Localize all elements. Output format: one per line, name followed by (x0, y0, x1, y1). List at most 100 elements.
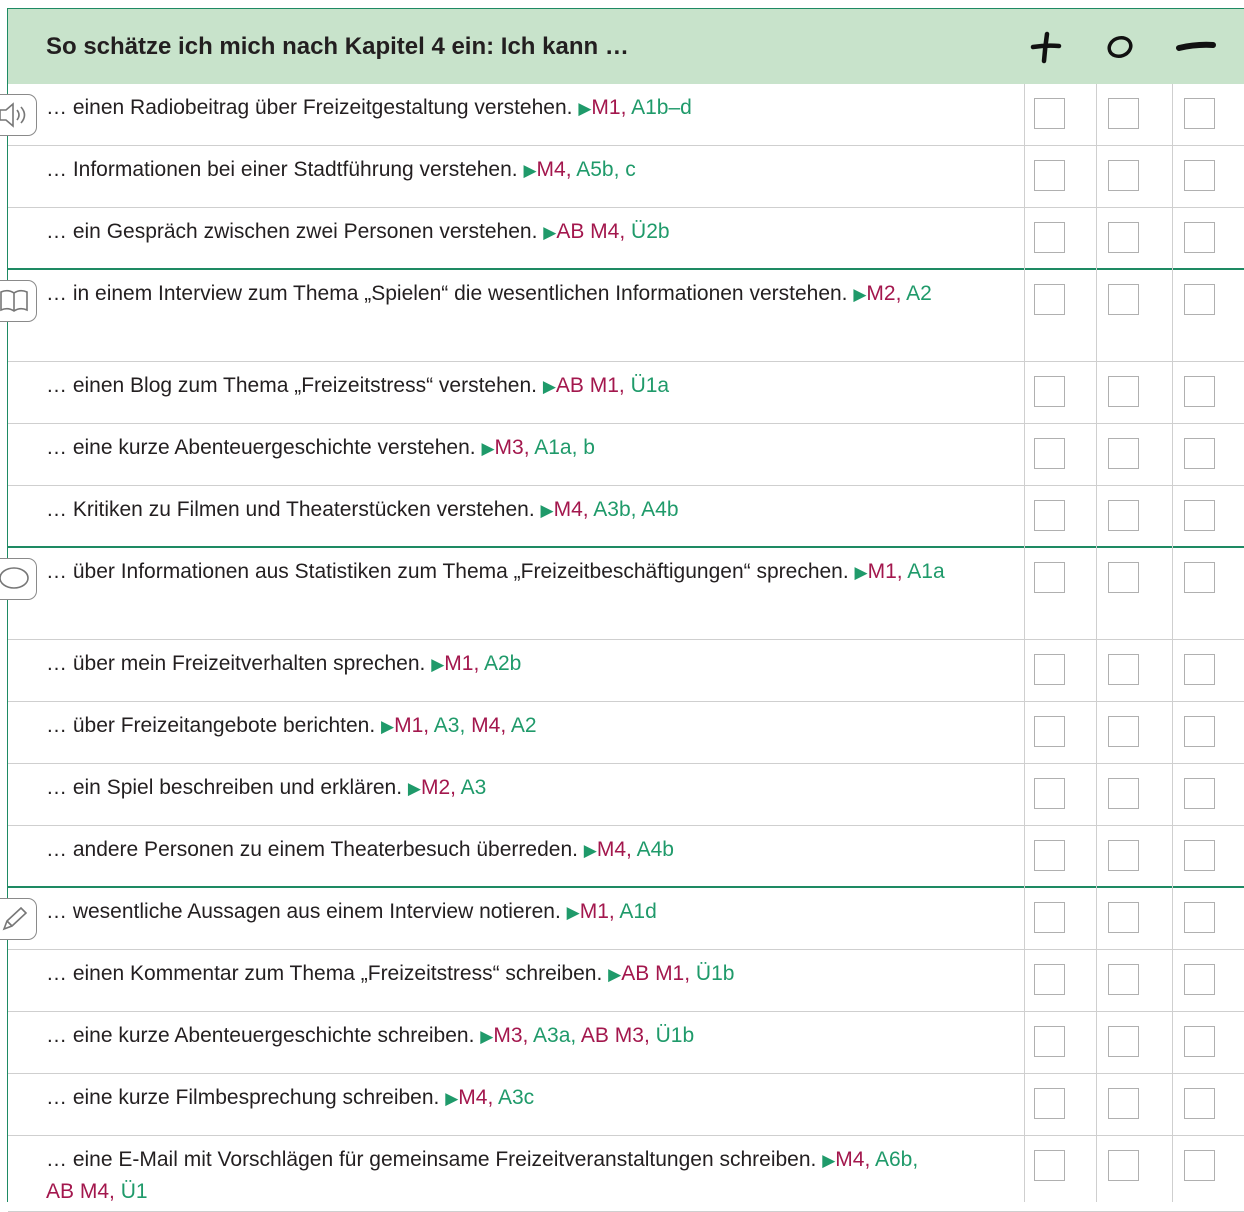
checkbox-circle[interactable] (1108, 438, 1139, 469)
checkbox-minus[interactable] (1184, 840, 1215, 871)
checkbox-circle[interactable] (1108, 500, 1139, 531)
checkbox-plus[interactable] (1034, 562, 1065, 593)
table-row: … eine kurze Abenteuergeschichte schreib… (8, 1012, 1244, 1074)
statement-text: … ein Gespräch zwischen zwei Personen ve… (46, 216, 946, 248)
checkbox-minus[interactable] (1184, 160, 1215, 191)
plus-icon (1026, 9, 1066, 85)
arrow-icon: ▶ (578, 99, 592, 118)
checkbox-minus[interactable] (1184, 562, 1215, 593)
checkbox-circle[interactable] (1108, 778, 1139, 809)
task-reference: A5b, c (571, 158, 636, 181)
column-divider (1096, 84, 1097, 1202)
statement-label: … über Informationen aus Statistiken zum… (46, 560, 855, 583)
checkbox-plus[interactable] (1034, 98, 1065, 129)
checkbox-plus[interactable] (1034, 716, 1065, 747)
table-row: … einen Blog zum Thema „Freizeitstress“ … (8, 362, 1244, 424)
page-title: So schätze ich mich nach Kapitel 4 ein: … (46, 33, 629, 60)
checkbox-circle[interactable] (1108, 284, 1139, 315)
checkbox-plus[interactable] (1034, 1088, 1065, 1119)
checkbox-minus[interactable] (1184, 1088, 1215, 1119)
checkbox-minus[interactable] (1184, 1026, 1215, 1057)
arrow-icon: ▶ (407, 779, 421, 798)
table-row: … wesentliche Aussagen aus einem Intervi… (8, 888, 1244, 950)
statement-text: … über Informationen aus Statistiken zum… (46, 556, 946, 588)
checkbox-minus[interactable] (1184, 654, 1215, 685)
header-bar: So schätze ich mich nach Kapitel 4 ein: … (7, 8, 1244, 84)
checkbox-plus[interactable] (1034, 840, 1065, 871)
checkbox-minus[interactable] (1184, 284, 1215, 315)
checkbox-plus[interactable] (1034, 500, 1065, 531)
checkbox-plus[interactable] (1034, 778, 1065, 809)
module-reference: M4, (536, 158, 572, 181)
task-reference: A1b–d (626, 96, 692, 119)
checkbox-circle[interactable] (1108, 1150, 1139, 1181)
arrow-icon: ▶ (445, 1089, 459, 1108)
checkbox-circle[interactable] (1108, 902, 1139, 933)
checkbox-plus[interactable] (1034, 1150, 1065, 1181)
checkbox-circle[interactable] (1108, 654, 1139, 685)
arrow-icon: ▶ (854, 563, 868, 582)
statement-label: … andere Personen zu einem Theaterbesuch… (46, 838, 584, 861)
checkbox-circle[interactable] (1108, 840, 1139, 871)
task-reference: A3c (493, 1086, 535, 1109)
checkbox-circle[interactable] (1108, 98, 1139, 129)
checkbox-minus[interactable] (1184, 222, 1215, 253)
checkbox-plus[interactable] (1034, 1026, 1065, 1057)
checkbox-plus[interactable] (1034, 964, 1065, 995)
checkbox-circle[interactable] (1108, 1088, 1139, 1119)
module-reference: M1, (444, 652, 480, 675)
checkbox-minus[interactable] (1184, 778, 1215, 809)
task-reference: A3a, (528, 1024, 577, 1047)
statement-text: … eine E-Mail mit Vorschlägen für gemein… (46, 1144, 946, 1207)
checkbox-minus[interactable] (1184, 1150, 1215, 1181)
checkbox-minus[interactable] (1184, 964, 1215, 995)
arrow-icon: ▶ (608, 965, 622, 984)
module-reference: M3, (493, 1024, 529, 1047)
module-reference: AB M4, (556, 220, 626, 243)
checkbox-minus[interactable] (1184, 376, 1215, 407)
arrow-icon: ▶ (481, 439, 495, 458)
checkbox-plus[interactable] (1034, 376, 1065, 407)
checkbox-circle[interactable] (1108, 964, 1139, 995)
checkbox-minus[interactable] (1184, 500, 1215, 531)
checkbox-minus[interactable] (1184, 902, 1215, 933)
checkbox-plus[interactable] (1034, 160, 1065, 191)
module-reference: AB M1, (555, 374, 625, 397)
pencil-icon (0, 898, 37, 940)
task-reference: A1d (614, 900, 657, 923)
task-reference: A6b, (870, 1148, 919, 1171)
checkbox-minus[interactable] (1184, 716, 1215, 747)
task-reference: A2 (506, 714, 537, 737)
checkbox-plus[interactable] (1034, 902, 1065, 933)
table-row: … eine kurze Filmbesprechung schreiben. … (8, 1074, 1244, 1136)
arrow-icon: ▶ (431, 655, 445, 674)
checkbox-plus[interactable] (1034, 438, 1065, 469)
checkbox-plus[interactable] (1034, 222, 1065, 253)
statement-text: … eine kurze Abenteuergeschichte versteh… (46, 432, 946, 464)
module-reference: M1, (591, 96, 627, 119)
checkbox-circle[interactable] (1108, 562, 1139, 593)
checkbox-plus[interactable] (1034, 654, 1065, 685)
checkbox-plus[interactable] (1034, 284, 1065, 315)
checkbox-circle[interactable] (1108, 716, 1139, 747)
module-reference: M3, (494, 436, 530, 459)
statement-label: … wesentliche Aussagen aus einem Intervi… (46, 900, 567, 923)
arrow-icon: ▶ (583, 841, 597, 860)
task-reference: A3, (429, 714, 466, 737)
task-reference: Ü1a (624, 374, 670, 397)
checkbox-circle[interactable] (1108, 222, 1139, 253)
checkbox-circle[interactable] (1108, 160, 1139, 191)
table-row: … einen Kommentar zum Thema „Freizeitstr… (8, 950, 1244, 1012)
table-row: … eine kurze Abenteuergeschichte versteh… (8, 424, 1244, 486)
checkbox-circle[interactable] (1108, 1026, 1139, 1057)
checkbox-minus[interactable] (1184, 438, 1215, 469)
module-reference: M4, (458, 1086, 494, 1109)
arrow-icon: ▶ (523, 161, 537, 180)
checkbox-circle[interactable] (1108, 376, 1139, 407)
statement-label: … Kritiken zu Filmen und Theaterstücken … (46, 498, 541, 521)
statement-label: … eine kurze Filmbesprechung schreiben. (46, 1086, 446, 1109)
book-icon (0, 280, 37, 322)
statement-label: … einen Kommentar zum Thema „Freizeitstr… (46, 962, 609, 985)
checkbox-minus[interactable] (1184, 98, 1215, 129)
statement-label: … eine kurze Abenteuergeschichte versteh… (46, 436, 482, 459)
